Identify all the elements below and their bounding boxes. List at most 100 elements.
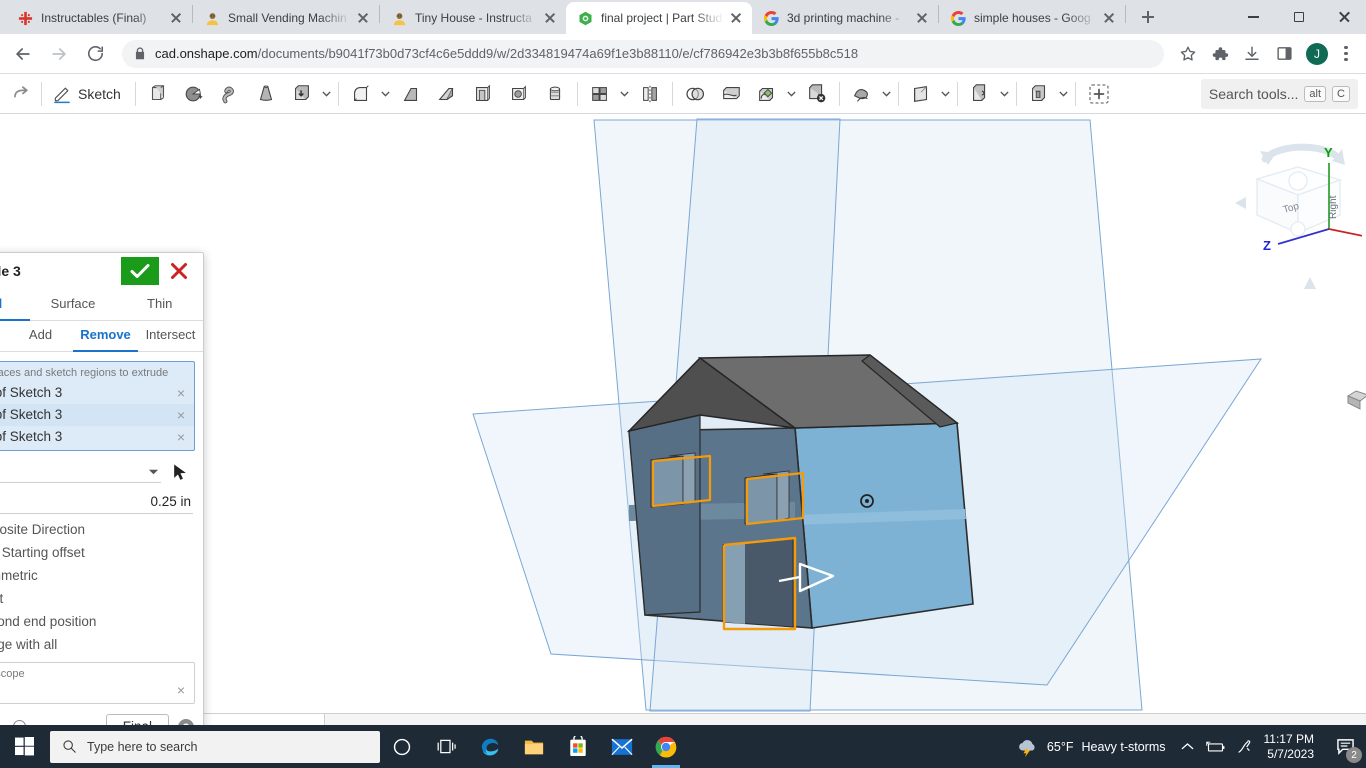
chamfer-icon[interactable] [393, 77, 429, 111]
tab-close-icon[interactable] [542, 10, 558, 26]
checkbox-opposite-direction[interactable]: Opposite Direction [0, 518, 203, 541]
tab-new[interactable]: New [0, 321, 8, 352]
tab-solid[interactable]: Solid [0, 289, 30, 321]
file-explorer-icon[interactable] [512, 725, 556, 768]
maximize-button[interactable] [1276, 0, 1321, 34]
side-panel-icon[interactable] [1270, 40, 1298, 68]
star-icon[interactable] [1174, 40, 1202, 68]
selection-item-1[interactable]: Face of Sketch 3 × [0, 404, 194, 426]
forward-arrow-icon[interactable] [44, 39, 74, 69]
chevron-down-icon[interactable] [998, 88, 1012, 99]
selection-list[interactable]: Select faces and sketch regions to extru… [0, 361, 195, 451]
browser-tab-0[interactable]: Instructables (Final) [6, 2, 192, 34]
tab-remove[interactable]: Remove [73, 321, 138, 352]
surface-fill-icon[interactable] [844, 77, 880, 111]
profile-avatar[interactable]: J [1306, 43, 1328, 65]
extrude-dialog[interactable]: Extrude 3 Solid Surface Thin New Add [0, 252, 204, 725]
chevron-down-icon[interactable] [880, 88, 894, 99]
split-icon[interactable] [713, 77, 749, 111]
edge-icon[interactable] [468, 725, 512, 768]
browser-tab-3[interactable]: final project | Part Stud [566, 2, 752, 34]
accept-button[interactable] [121, 257, 159, 285]
tab-close-icon[interactable] [728, 10, 744, 26]
taskbar-search-box[interactable]: Type here to search [50, 731, 380, 763]
close-window-button[interactable] [1321, 0, 1366, 34]
3d-viewport[interactable]: Right [0, 115, 1366, 725]
puzzle-icon[interactable] [1206, 40, 1234, 68]
task-view-icon[interactable] [424, 725, 468, 768]
delete-face-icon[interactable] [799, 77, 835, 111]
minimize-button[interactable] [1231, 0, 1276, 34]
chevron-down-icon[interactable] [785, 88, 799, 99]
sheet-metal-icon[interactable] [962, 77, 998, 111]
cortana-icon[interactable] [380, 725, 424, 768]
selection-remove-icon[interactable]: × [177, 408, 185, 422]
checkbox-merge-with-all[interactable]: Merge with all [0, 633, 203, 656]
kebab-menu-icon[interactable] [1334, 40, 1358, 68]
direction-arrow-icon[interactable] [167, 461, 193, 483]
browser-tab-4[interactable]: 3d printing machine - [752, 2, 938, 34]
end-type-select[interactable]: Blind [0, 462, 161, 483]
chevron-down-icon[interactable] [379, 88, 393, 99]
battery-icon[interactable] [1202, 725, 1230, 768]
tab-surface[interactable]: Surface [30, 289, 117, 321]
plane-construct-icon[interactable] [903, 77, 939, 111]
transform-icon[interactable] [749, 77, 785, 111]
shell-icon[interactable] [501, 77, 537, 111]
plane-icon[interactable] [140, 77, 176, 111]
add-feature-icon[interactable] [1080, 77, 1118, 111]
selection-item-0[interactable]: Face of Sketch 3 × [0, 382, 194, 404]
new-tab-button[interactable] [1134, 3, 1162, 31]
mirror-icon[interactable] [632, 77, 668, 111]
checkbox-starting-offset[interactable]: Has Starting offset [0, 541, 203, 564]
loft-icon[interactable] [284, 77, 320, 111]
browser-tab-5[interactable]: simple houses - Goog [939, 2, 1125, 34]
view-cube-corner-preview[interactable] [1346, 388, 1366, 410]
selection-remove-icon[interactable]: × [177, 430, 185, 444]
tab-close-icon[interactable] [168, 10, 184, 26]
redo-icon[interactable] [4, 77, 37, 111]
search-tools-button[interactable]: Search tools... alt C [1201, 79, 1358, 109]
taskbar-clock[interactable]: 11:17 PM 5/7/2023 [1258, 732, 1324, 762]
merge-scope-item[interactable]: Part 1 × [0, 681, 194, 701]
selection-item-2[interactable]: Face of Sketch 3 × [0, 426, 194, 448]
tab-intersect[interactable]: Intersect [138, 321, 203, 352]
fillet-icon[interactable] [343, 77, 379, 111]
pen-icon[interactable] [1230, 725, 1258, 768]
checkbox-second-end-position[interactable]: Second end position [0, 610, 203, 633]
browser-tab-2[interactable]: Tiny House - Instructa [380, 2, 566, 34]
tab-add[interactable]: Add [8, 321, 73, 352]
back-arrow-icon[interactable] [8, 39, 38, 69]
sweep-icon[interactable] [212, 77, 248, 111]
mail-icon[interactable] [600, 725, 644, 768]
show-hidden-icons-icon[interactable] [1174, 725, 1202, 768]
address-bar[interactable]: cad.onshape.com/documents/b9041f73b0d73c… [122, 40, 1164, 68]
chevron-down-icon[interactable] [148, 464, 159, 479]
tab-close-icon[interactable] [1101, 10, 1117, 26]
revolve-icon[interactable] [248, 77, 284, 111]
derive-icon[interactable] [1021, 77, 1057, 111]
selection-remove-icon[interactable]: × [177, 386, 185, 400]
boolean-icon[interactable] [677, 77, 713, 111]
taskbar-weather[interactable]: 65°F Heavy t-storms [1008, 737, 1174, 757]
checkbox-symmetric[interactable]: Symmetric [0, 564, 203, 587]
hole-icon[interactable] [537, 77, 573, 111]
checkbox-draft[interactable]: Draft [0, 587, 203, 610]
chevron-down-icon[interactable] [939, 88, 953, 99]
depth-input[interactable]: 0.25 in [0, 491, 193, 514]
extrude-cut-icon[interactable] [176, 77, 212, 111]
rollback-slider[interactable] [0, 719, 98, 726]
merge-scope-remove-icon[interactable]: × [177, 683, 185, 697]
final-button[interactable]: Final [106, 714, 169, 725]
help-icon[interactable]: ? [177, 718, 195, 726]
tab-close-icon[interactable] [355, 10, 371, 26]
view-cube[interactable]: Y Z Top Right [1232, 137, 1362, 302]
sketch-button[interactable]: Sketch [46, 77, 131, 111]
pattern-icon[interactable] [582, 77, 618, 111]
chevron-down-icon[interactable] [618, 88, 632, 99]
merge-scope-box[interactable]: Merge scope Part 1 × [0, 662, 195, 704]
tab-close-icon[interactable] [914, 10, 930, 26]
chevron-down-icon[interactable] [1057, 88, 1071, 99]
rib-icon[interactable] [465, 77, 501, 111]
chrome-icon[interactable] [644, 725, 688, 768]
